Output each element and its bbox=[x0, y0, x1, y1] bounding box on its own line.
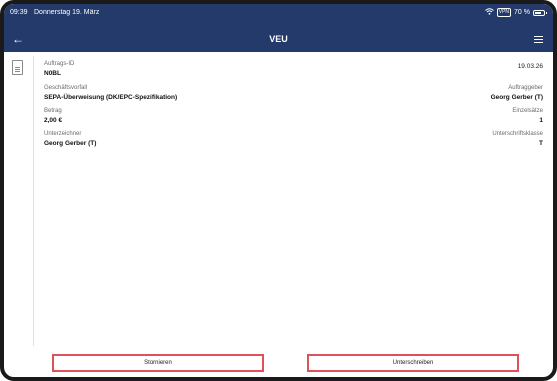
wifi-icon bbox=[484, 8, 494, 17]
auftraggeber-label: Auftraggeber bbox=[508, 85, 543, 91]
einzelsaetze-value: 1 bbox=[539, 117, 543, 124]
unterzeichner-label: Unterzeichner bbox=[44, 131, 82, 137]
row-auftrags-id: Auftrags-ID N0BL 19.03.26 bbox=[44, 61, 543, 81]
sign-button[interactable]: Unterschreiben bbox=[307, 354, 519, 372]
status-date: Donnerstag 19. März bbox=[34, 9, 100, 16]
status-indicators: VPN 70 % bbox=[484, 8, 547, 17]
auftrags-id-value: N0BL bbox=[44, 70, 61, 77]
betrag-value: 2,00 € bbox=[44, 117, 63, 124]
geschaeftsvorfall-value: SEPA-Überweisung (DK/EPC-Spezifikation) bbox=[44, 94, 178, 101]
top-bar: 09:39 Donnerstag 19. März VPN 70 % ← VEU bbox=[4, 4, 553, 52]
auftrags-id-label: Auftrags-ID bbox=[44, 61, 75, 67]
row-betrag: Betrag 2,00 € Einzelsätze 1 bbox=[44, 108, 543, 128]
battery-icon bbox=[533, 9, 547, 16]
battery-percent: 70 % bbox=[514, 9, 530, 16]
unterschriftsklasse-label: Unterschriftsklasse bbox=[492, 131, 543, 137]
unterschriftsklasse-value: T bbox=[539, 140, 543, 147]
geschaeftsvorfall-label: Geschäftsvorfall bbox=[44, 85, 88, 91]
date-value: 19.03.26 bbox=[517, 63, 543, 70]
page-title: VEU bbox=[269, 34, 288, 44]
navigation-bar: ← VEU bbox=[4, 28, 553, 52]
cancel-button[interactable]: Stornieren bbox=[52, 354, 264, 372]
einzelsaetze-label: Einzelsätze bbox=[512, 108, 543, 114]
status-bar: 09:39 Donnerstag 19. März VPN 70 % bbox=[4, 6, 553, 22]
vpn-badge: VPN bbox=[496, 8, 512, 17]
row-geschaeftsvorfall: Geschäftsvorfall SEPA-Überweisung (DK/EP… bbox=[44, 85, 543, 105]
list-menu-icon[interactable] bbox=[534, 36, 543, 45]
row-unterzeichner: Unterzeichner Georg Gerber (T) Unterschr… bbox=[44, 131, 543, 151]
status-time: 09:39 bbox=[10, 9, 28, 16]
divider bbox=[33, 56, 34, 346]
document-icon bbox=[12, 60, 23, 75]
app-window: 09:39 Donnerstag 19. März VPN 70 % ← VEU… bbox=[0, 0, 557, 381]
betrag-label: Betrag bbox=[44, 108, 62, 114]
unterzeichner-value: Georg Gerber (T) bbox=[44, 140, 97, 147]
auftraggeber-value: Georg Gerber (T) bbox=[490, 94, 543, 101]
